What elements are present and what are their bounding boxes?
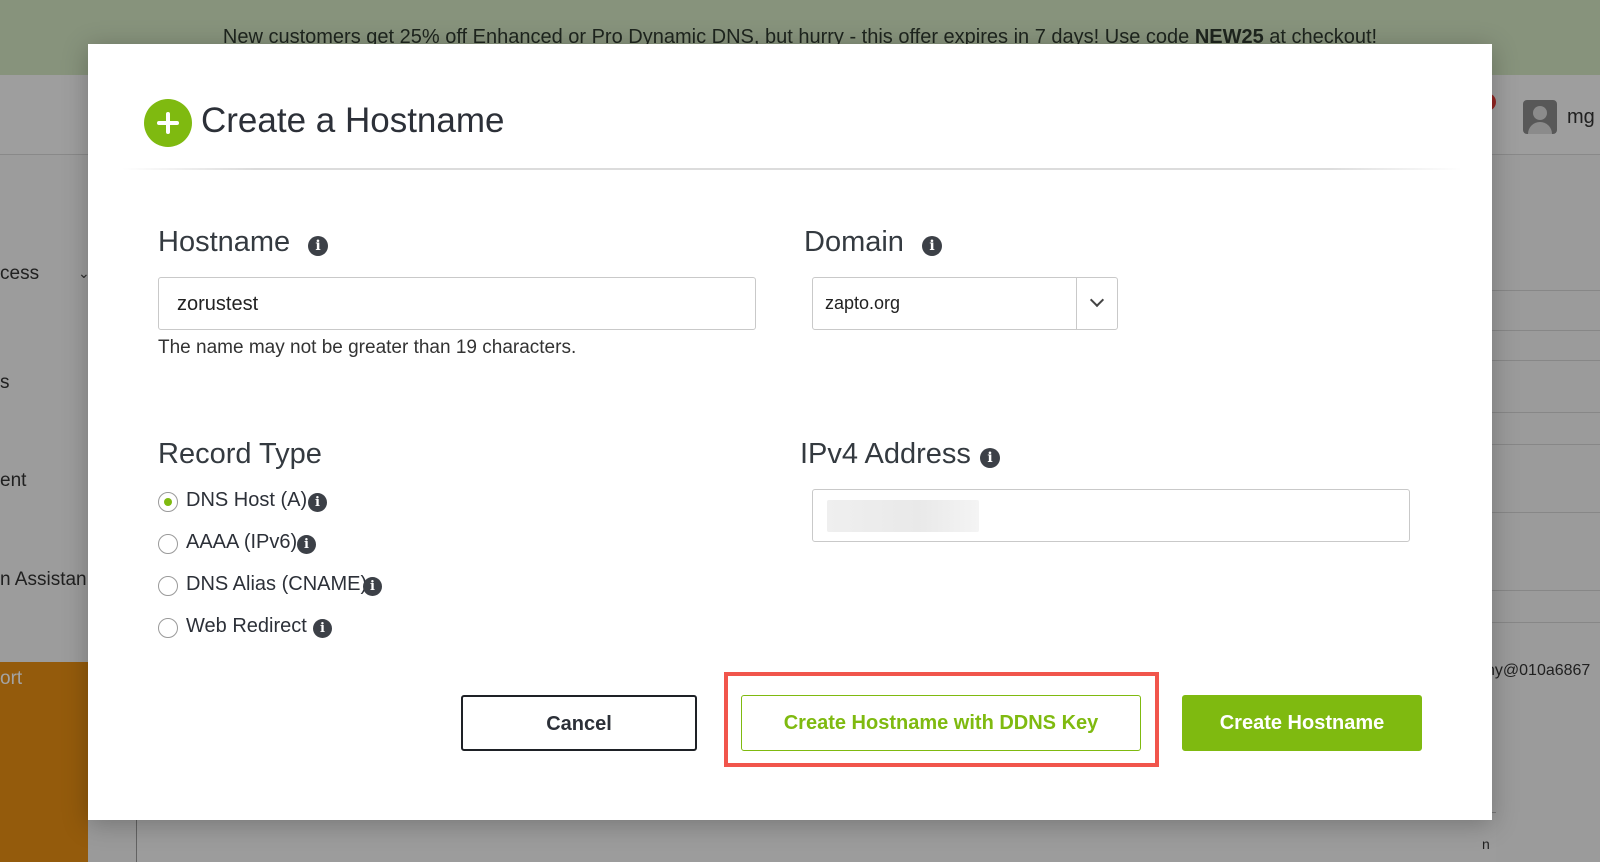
info-icon[interactable]: i	[297, 535, 316, 554]
record-type-label: Record Type	[158, 438, 322, 470]
ipv4-input[interactable]	[812, 489, 1410, 542]
create-hostname-button[interactable]: Create Hostname	[1182, 695, 1422, 751]
radio-button-checked[interactable]	[158, 492, 178, 512]
info-icon[interactable]: i	[308, 236, 328, 256]
hostname-input-value: zorustest	[177, 293, 259, 315]
info-icon[interactable]: i	[313, 619, 332, 638]
modal-title: Create a Hostname	[201, 101, 505, 140]
hostname-label: Hostname	[158, 226, 291, 258]
radio-button[interactable]	[158, 618, 178, 638]
radio-button[interactable]	[158, 576, 178, 596]
create-hostname-with-ddns-key-button[interactable]: Create Hostname with DDNS Key	[741, 695, 1141, 751]
plus-circle-icon	[144, 99, 192, 147]
radio-label: DNS Host (A)	[186, 489, 308, 511]
redacted-ip-value	[827, 500, 979, 532]
domain-label: Domain	[804, 226, 904, 258]
domain-select[interactable]: zapto.org	[812, 277, 1118, 330]
chevron-down-icon[interactable]	[1089, 292, 1105, 308]
info-icon[interactable]: i	[980, 448, 1000, 468]
cancel-button[interactable]: Cancel	[461, 695, 697, 751]
info-icon[interactable]: i	[922, 236, 942, 256]
info-icon[interactable]: i	[308, 493, 327, 512]
radio-label: DNS Alias (CNAME)	[186, 573, 368, 595]
hostname-helper-text: The name may not be greater than 19 char…	[158, 337, 577, 358]
radio-label: AAAA (IPv6)	[186, 531, 298, 553]
domain-selected-value: zapto.org	[825, 293, 901, 313]
header-divider	[122, 168, 1462, 170]
select-divider	[1076, 278, 1077, 329]
ipv4-label: IPv4 Address	[800, 438, 971, 470]
create-hostname-modal: Create a Hostname Hostname i zorustest T…	[88, 44, 1492, 820]
hostname-input[interactable]: zorustest	[158, 277, 756, 330]
radio-label: Web Redirect	[186, 615, 307, 637]
info-icon[interactable]: i	[363, 577, 382, 596]
radio-button[interactable]	[158, 534, 178, 554]
